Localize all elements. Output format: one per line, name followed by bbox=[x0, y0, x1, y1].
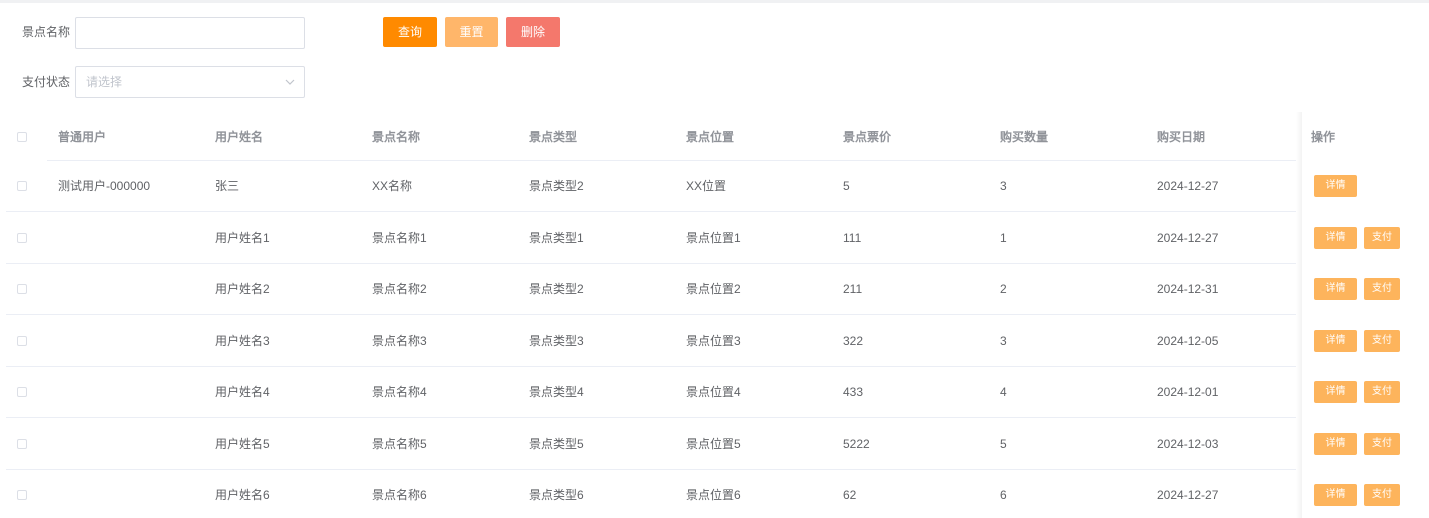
payment-status-placeholder: 请选择 bbox=[86, 75, 123, 89]
chevron-down-icon bbox=[285, 79, 295, 85]
cell-price: 433 bbox=[843, 385, 864, 399]
cell-spot-type: 景点类型2 bbox=[529, 282, 584, 296]
cell-quantity: 1 bbox=[1000, 231, 1007, 245]
header-divider bbox=[47, 160, 1296, 161]
cell-spot-location: 景点位置4 bbox=[686, 385, 741, 399]
detail-button[interactable]: 详情 bbox=[1314, 484, 1357, 506]
header-user: 普通用户 bbox=[58, 130, 107, 144]
cell-spot-type: 景点类型3 bbox=[529, 334, 584, 348]
payment-status-label: 支付状态 bbox=[22, 75, 71, 89]
cell-username: 张三 bbox=[215, 179, 240, 193]
row-checkbox[interactable] bbox=[17, 284, 27, 294]
pay-button[interactable]: 支付 bbox=[1364, 484, 1400, 506]
cell-spot-location: 景点位置6 bbox=[686, 488, 741, 502]
cell-date: 2024-12-31 bbox=[1157, 282, 1219, 296]
cell-username: 用户姓名6 bbox=[215, 488, 270, 502]
row-divider bbox=[6, 314, 1296, 315]
cell-price: 322 bbox=[843, 334, 864, 348]
row-divider bbox=[6, 366, 1296, 367]
cell-quantity: 3 bbox=[1000, 334, 1007, 348]
cell-price: 5222 bbox=[843, 437, 870, 451]
detail-button[interactable]: 详情 bbox=[1314, 381, 1357, 403]
delete-button[interactable]: 删除 bbox=[506, 17, 560, 47]
top-divider bbox=[0, 0, 1429, 3]
orders-table: 普通用户 用户姓名 景点名称 景点类型 景点位置 景点票价 购买数量 购买日期 … bbox=[0, 112, 1429, 518]
payment-status-select[interactable]: 请选择 bbox=[75, 66, 305, 98]
cell-spot-type: 景点类型1 bbox=[529, 231, 584, 245]
row-divider bbox=[6, 211, 1296, 212]
cell-spot-location: 景点位置3 bbox=[686, 334, 741, 348]
cell-date: 2024-12-27 bbox=[1157, 179, 1219, 193]
detail-button[interactable]: 详情 bbox=[1314, 227, 1357, 249]
reset-button[interactable]: 重置 bbox=[445, 17, 498, 47]
cell-date: 2024-12-03 bbox=[1157, 437, 1219, 451]
header-spot-type: 景点类型 bbox=[529, 130, 578, 144]
pay-button[interactable]: 支付 bbox=[1364, 278, 1400, 300]
cell-username: 用户姓名1 bbox=[215, 231, 270, 245]
pay-button[interactable]: 支付 bbox=[1364, 433, 1400, 455]
header-spot-name: 景点名称 bbox=[372, 130, 421, 144]
cell-date: 2024-12-27 bbox=[1157, 488, 1219, 502]
cell-username: 用户姓名4 bbox=[215, 385, 270, 399]
cell-spot-location: XX位置 bbox=[686, 179, 727, 193]
detail-button[interactable]: 详情 bbox=[1314, 175, 1357, 197]
header-spot-location: 景点位置 bbox=[686, 130, 735, 144]
cell-date: 2024-12-27 bbox=[1157, 231, 1219, 245]
detail-button[interactable]: 详情 bbox=[1314, 330, 1357, 352]
cell-price: 62 bbox=[843, 488, 857, 502]
cell-spot-name: 景点名称5 bbox=[372, 437, 427, 451]
pay-button[interactable]: 支付 bbox=[1364, 227, 1400, 249]
cell-quantity: 6 bbox=[1000, 488, 1007, 502]
cell-date: 2024-12-05 bbox=[1157, 334, 1219, 348]
row-divider bbox=[6, 417, 1296, 418]
cell-spot-type: 景点类型4 bbox=[529, 385, 584, 399]
pay-button[interactable]: 支付 bbox=[1364, 330, 1400, 352]
cell-spot-name: 景点名称2 bbox=[372, 282, 427, 296]
row-checkbox[interactable] bbox=[17, 490, 27, 500]
cell-spot-location: 景点位置5 bbox=[686, 437, 741, 451]
cell-price: 111 bbox=[843, 231, 862, 245]
row-divider bbox=[6, 263, 1296, 264]
cell-spot-location: 景点位置1 bbox=[686, 231, 741, 245]
cell-price: 5 bbox=[843, 179, 850, 193]
cell-username: 用户姓名2 bbox=[215, 282, 270, 296]
cell-spot-name: 景点名称4 bbox=[372, 385, 427, 399]
header-date: 购买日期 bbox=[1157, 130, 1206, 144]
row-divider bbox=[6, 469, 1296, 470]
cell-price: 211 bbox=[843, 282, 863, 296]
cell-quantity: 3 bbox=[1000, 179, 1007, 193]
cell-quantity: 4 bbox=[1000, 385, 1007, 399]
pay-button[interactable]: 支付 bbox=[1364, 381, 1400, 403]
actions-column: 操作 详情 详情 支付 详情 支付 详情 支付 详情 支付 详情 支付 详情 支付 bbox=[1302, 112, 1429, 518]
cell-spot-name: 景点名称1 bbox=[372, 231, 427, 245]
header-username: 用户姓名 bbox=[215, 130, 264, 144]
select-all-checkbox[interactable] bbox=[17, 132, 27, 142]
cell-username: 用户姓名3 bbox=[215, 334, 270, 348]
cell-username: 用户姓名5 bbox=[215, 437, 270, 451]
row-checkbox[interactable] bbox=[17, 387, 27, 397]
row-checkbox[interactable] bbox=[17, 181, 27, 191]
detail-button[interactable]: 详情 bbox=[1314, 433, 1357, 455]
row-checkbox[interactable] bbox=[17, 336, 27, 346]
cell-spot-type: 景点类型6 bbox=[529, 488, 584, 502]
detail-button[interactable]: 详情 bbox=[1314, 278, 1357, 300]
header-price: 景点票价 bbox=[843, 130, 892, 144]
cell-spot-name: 景点名称6 bbox=[372, 488, 427, 502]
spot-name-label: 景点名称 bbox=[22, 25, 71, 39]
cell-spot-type: 景点类型5 bbox=[529, 437, 584, 451]
cell-spot-type: 景点类型2 bbox=[529, 179, 584, 193]
header-actions: 操作 bbox=[1311, 130, 1336, 144]
cell-quantity: 2 bbox=[1000, 282, 1007, 296]
row-checkbox[interactable] bbox=[17, 439, 27, 449]
row-checkbox[interactable] bbox=[17, 233, 27, 243]
query-button[interactable]: 查询 bbox=[383, 17, 437, 47]
cell-quantity: 5 bbox=[1000, 437, 1007, 451]
header-quantity: 购买数量 bbox=[1000, 130, 1049, 144]
spot-name-input[interactable] bbox=[75, 17, 305, 49]
cell-spot-name: XX名称 bbox=[372, 179, 413, 193]
cell-spot-name: 景点名称3 bbox=[372, 334, 427, 348]
cell-spot-location: 景点位置2 bbox=[686, 282, 741, 296]
cell-user: 测试用户-000000 bbox=[58, 179, 151, 193]
cell-date: 2024-12-01 bbox=[1157, 385, 1219, 399]
